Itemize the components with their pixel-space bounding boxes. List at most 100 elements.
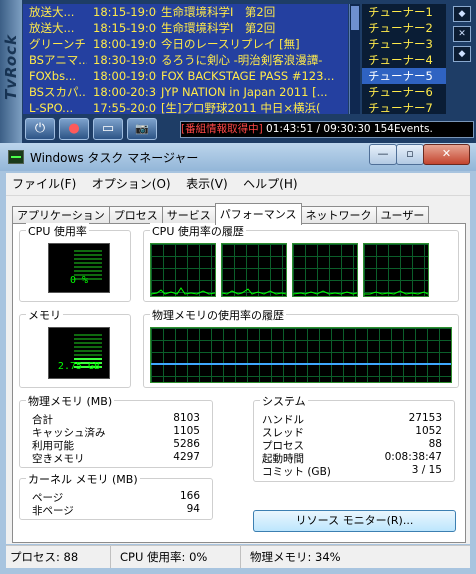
program-time: 18:15-19:00 [93, 5, 157, 19]
program-time: 18:30-19:00 [93, 53, 157, 67]
memory-value: 2.75 GB [57, 361, 101, 372]
stat-row: 空きメモリ 4297 [32, 451, 200, 465]
program-time: 18:00-19:00 [93, 37, 157, 51]
meter-segment [74, 270, 102, 272]
program-time: 17:55-20:00 [93, 101, 157, 114]
tvrock-window: TvRock 放送大... 18:15-19:00 生命環境科学Ⅰ 第2回 放送大.… [0, 0, 476, 143]
maximize-button[interactable]: ▫ [396, 144, 424, 165]
close-icon[interactable]: ✕ [453, 26, 471, 42]
meter-segment [74, 338, 102, 340]
stat-value: 1105 [173, 425, 200, 437]
stat-value: 94 [186, 503, 200, 515]
program-channel: L-SPO... [29, 101, 74, 114]
physical-memory-label: 物理メモリ (MB) [26, 393, 115, 409]
tuner-item[interactable]: チューナー3 [362, 36, 446, 52]
cpu-history-label: CPU 使用率の履歴 [150, 223, 246, 239]
menu-help[interactable]: ヘルプ(H) [237, 173, 303, 195]
program-row[interactable]: 放送大... 18:15-19:00 生命環境科学Ⅰ 第2回 [23, 4, 348, 20]
program-channel: 放送大... [29, 5, 75, 19]
program-row[interactable]: グリーンチ... 18:00-19:00 今日のレースリプレイ [無] [23, 36, 348, 52]
power-icon[interactable]: ⏻ [25, 118, 55, 140]
program-row[interactable]: 放送大... 18:15-19:00 生命環境科学Ⅰ 第2回 [23, 20, 348, 36]
stat-row: 利用可能 5286 [32, 438, 200, 452]
record-icon[interactable]: ● [59, 118, 89, 140]
task-manager-icon [8, 150, 24, 164]
status-warning: [番組情報取得中] [181, 123, 263, 135]
stat-row: キャッシュ済み 1105 [32, 425, 200, 439]
camera-icon[interactable]: 📷 [127, 118, 157, 140]
menu-view[interactable]: 表示(V) [180, 173, 234, 195]
close-button[interactable]: ✕ [423, 144, 470, 165]
tuner-item-selected[interactable]: チューナー5 [362, 68, 446, 84]
tuner-item[interactable]: チューナー1 [362, 4, 446, 20]
program-title: FOX BACKSTAGE PASS #123... [161, 69, 335, 83]
scrollbar-thumb[interactable] [351, 6, 359, 30]
minimize-button[interactable]: — [369, 144, 397, 165]
program-row[interactable]: BSアニマ... 18:30-19:00 るろうに剣心 -明治剣客浪漫譚- [23, 52, 348, 68]
cpu-usage-label: CPU 使用率 [26, 223, 89, 239]
menu-bar: ファイル(F) オプション(O) 表示(V) ヘルプ(H) [6, 173, 470, 196]
tab-performance[interactable]: パフォーマンス [214, 203, 302, 225]
program-title: 生命環境科学Ⅰ 第2回 [161, 21, 276, 35]
menu-file[interactable]: ファイル(F) [6, 173, 82, 195]
physical-memory-group: 物理メモリ (MB) 合計 8103 キャッシュ済み 1105 利用可能 5286 空… [19, 393, 213, 468]
stat-value: 1052 [415, 425, 442, 437]
tuner-item[interactable]: チューナー7 [362, 100, 446, 114]
meter-segment [74, 346, 102, 348]
status-text: 01:43:51 / 09:30:30 154Events. [262, 123, 433, 135]
memory-history-label: 物理メモリの使用率の履歴 [150, 307, 286, 323]
memory-group: メモリ 2.75 GB [19, 307, 131, 388]
meter-segment [74, 262, 102, 264]
program-channel: BSアニマ... [29, 53, 87, 67]
program-row[interactable]: L-SPO... 17:55-20:00 [生]プロ野球2011 中日×横浜( [23, 100, 348, 114]
cpu-history-line-core2 [222, 288, 286, 295]
memory-history-group: 物理メモリの使用率の履歴 [143, 307, 459, 388]
cpu-history-group: CPU 使用率の履歴 [143, 223, 459, 302]
tuner-item[interactable]: チューナー2 [362, 20, 446, 36]
stat-row: プロセス 88 [262, 438, 442, 452]
program-title: JYP NATION in Japan 2011 [... [161, 85, 328, 99]
pin-icon[interactable]: ◆ [453, 6, 471, 22]
stat-row: 合計 8103 [32, 412, 200, 426]
menu-options[interactable]: オプション(O) [86, 173, 177, 195]
status-memory: 物理メモリ: 34% [250, 550, 341, 564]
cpu-usage-meter: 0 % [48, 243, 110, 293]
meter-segment [74, 254, 102, 256]
cpu-history-graph-core1 [150, 243, 216, 297]
program-title: 今日のレースリプレイ [無] [161, 37, 300, 51]
kernel-memory-group: カーネル メモリ (MB) ページ 166 非ページ 94 [19, 471, 213, 520]
meter-segment [74, 266, 102, 268]
meter-segment [74, 354, 102, 356]
memory-label: メモリ [26, 307, 63, 323]
resource-monitor-button[interactable]: リソース モニター(R)... [253, 510, 456, 532]
tuner-list[interactable]: チューナー1 チューナー2 チューナー3 チューナー4 チューナー5 チューナー… [362, 4, 446, 114]
stat-row: スレッド 1052 [262, 425, 442, 439]
cpu-usage-value: 0 % [69, 275, 89, 286]
stat-value: 3 / 15 [411, 464, 442, 476]
stat-key: 非ページ [32, 505, 74, 517]
program-list[interactable]: 放送大... 18:15-19:00 生命環境科学Ⅰ 第2回 放送大... 18:15… [23, 4, 348, 114]
task-manager-window: Windows タスク マネージャー — ▫ ✕ ファイル(F) オプション(O… [0, 143, 476, 574]
stat-value: 88 [428, 438, 442, 450]
program-row[interactable]: FOXbs... 18:00-19:00 FOX BACKSTAGE PASS #1… [23, 68, 348, 84]
stat-row: 非ページ 94 [32, 503, 200, 517]
program-title: [生]プロ野球2011 中日×横浜( [161, 101, 321, 114]
title-bar[interactable]: Windows タスク マネージャー — ▫ ✕ [0, 143, 476, 171]
memory-history-graph [150, 327, 452, 383]
settings-icon[interactable]: ◆ [453, 46, 471, 62]
cpu-history-graph-core2 [221, 243, 287, 297]
stat-value: 5286 [173, 438, 200, 450]
program-list-scrollbar[interactable] [349, 4, 360, 114]
task-manager-body: アプリケーション プロセス サービス パフォーマンス ネットワーク ユーザー CPU 使用… [6, 196, 470, 544]
tuner-item[interactable]: チューナー6 [362, 84, 446, 100]
tuner-item[interactable]: チューナー4 [362, 52, 446, 68]
program-row[interactable]: BSスカパ... 18:00-20:30 JYP NATION in Japan 2… [23, 84, 348, 100]
stat-value: 0:08:38:47 [384, 451, 442, 463]
program-channel: 放送大... [29, 21, 75, 35]
memory-history-line [151, 363, 451, 365]
stat-key: 空きメモリ [32, 453, 85, 465]
tv-icon[interactable]: ▭ [93, 118, 123, 140]
stat-row: 起動時間 0:08:38:47 [262, 451, 442, 465]
cpu-history-graph-core3 [292, 243, 358, 297]
cpu-history-line-core4 [364, 290, 428, 295]
